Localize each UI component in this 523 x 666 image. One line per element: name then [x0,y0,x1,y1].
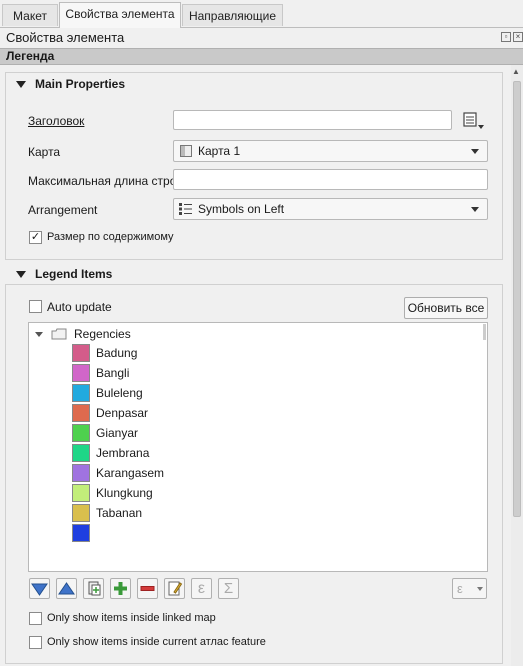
arrangement-combo[interactable]: Symbols on Left [173,198,488,220]
wrap-label: Максимальная длина строк [28,174,182,188]
minus-icon [140,586,155,591]
expression-button[interactable]: ε [191,578,212,599]
filter-expression-button[interactable]: ε [452,578,487,599]
color-swatch [72,484,90,502]
arrangement-value: Symbols on Left [198,202,285,216]
color-swatch [72,504,90,522]
edit-icon [168,581,183,596]
folder-icon [51,328,67,340]
group-name: Regencies [74,327,131,341]
color-swatch [72,384,90,402]
title-input[interactable] [173,110,452,130]
resize-to-contents-label: Размер по содержимому [47,231,174,243]
legend-item-label: Gianyar [96,426,139,440]
plus-icon [114,582,127,595]
tab-layout-label: Макет [13,9,47,23]
resize-to-contents-checkbox[interactable]: ✓ [29,231,42,244]
color-swatch [72,524,90,542]
add-item-button[interactable] [110,578,131,599]
add-group-button[interactable] [83,578,104,599]
symbols-left-icon [179,203,192,215]
chevron-down-icon [471,149,479,154]
epsilon-icon: ε [197,580,206,597]
tab-bar: Макет Свойства элемента Направляющие [0,0,523,28]
map-combo-value: Карта 1 [198,144,241,158]
scrollbar-thumb[interactable] [513,81,521,517]
map-label: Карта [28,145,61,159]
edit-item-button[interactable] [164,578,185,599]
auto-update-checkbox[interactable] [29,300,42,313]
color-swatch [72,444,90,462]
update-all-button-label: Обновить все [407,301,485,315]
wrap-input[interactable] [173,169,488,190]
legend-item-label: Jembrana [96,446,150,460]
legend-item-label: Denpasar [96,406,149,420]
scroll-up-icon[interactable]: ▲ [512,67,520,76]
collapse-arrow-icon[interactable] [16,81,26,88]
sigma-icon: Σ [223,580,234,597]
color-swatch [72,344,90,362]
color-swatch [72,464,90,482]
tab-layout[interactable]: Макет [2,4,58,26]
title-label: Заголовок [28,114,85,128]
only-linked-map-checkbox[interactable] [29,612,42,625]
legend-item-label: Bangli [96,366,130,380]
tree-scrollbar[interactable] [483,324,486,340]
only-atlas-feature-label: Only show items inside current атлас fea… [47,636,266,648]
filter-epsilon-icon: ε [457,581,463,596]
dock-title-bar: Свойства элемента ▫ × [0,28,523,48]
add-group-icon [88,581,101,596]
dock-title: Свойства элемента [6,30,125,45]
map-icon [180,145,192,157]
legend-items-title: Legend Items [35,267,113,281]
only-atlas-feature-checkbox[interactable] [29,636,42,649]
move-down-button[interactable] [29,578,50,599]
auto-update-label: Auto update [47,300,112,314]
count-button[interactable]: Σ [218,578,239,599]
panel-header: Легенда [0,48,523,65]
arrow-up-icon [58,582,75,595]
vertical-scrollbar[interactable]: ▲ [511,65,523,666]
legend-item-label: Karangasem [96,466,165,480]
main-properties-title: Main Properties [35,77,126,91]
float-icon[interactable]: ▫ [501,32,511,42]
chevron-down-icon [471,207,479,212]
expand-arrow-icon[interactable] [35,332,43,337]
move-up-button[interactable] [56,578,77,599]
tab-item-properties[interactable]: Свойства элемента [59,2,181,28]
tab-item-properties-label: Свойства элемента [65,7,175,21]
legend-item-label: Klungkung [96,486,153,500]
close-icon[interactable]: × [513,32,523,42]
tab-guides-label: Направляющие [188,9,277,23]
color-swatch [72,404,90,422]
expression-menu-icon[interactable] [460,110,486,130]
legend-item-label: Tabanan [96,506,143,520]
chevron-down-icon [477,587,483,591]
legend-item-label: Buleleng [96,386,143,400]
update-all-button[interactable]: Обновить все [404,297,488,319]
only-linked-map-label: Only show items inside linked map [47,612,216,624]
color-swatch [72,364,90,382]
color-swatch [72,424,90,442]
map-combo[interactable]: Карта 1 [173,140,488,162]
panel-header-label: Легенда [6,49,55,63]
arrow-down-icon [31,583,48,596]
legend-tree[interactable]: Regencies Badung Bangli Buleleng Denpasa… [28,322,488,572]
arrangement-label: Arrangement [28,203,98,217]
legend-item-label: Badung [96,346,138,360]
remove-item-button[interactable] [137,578,158,599]
tab-guides[interactable]: Направляющие [182,4,283,26]
collapse-arrow-icon[interactable] [16,271,26,278]
